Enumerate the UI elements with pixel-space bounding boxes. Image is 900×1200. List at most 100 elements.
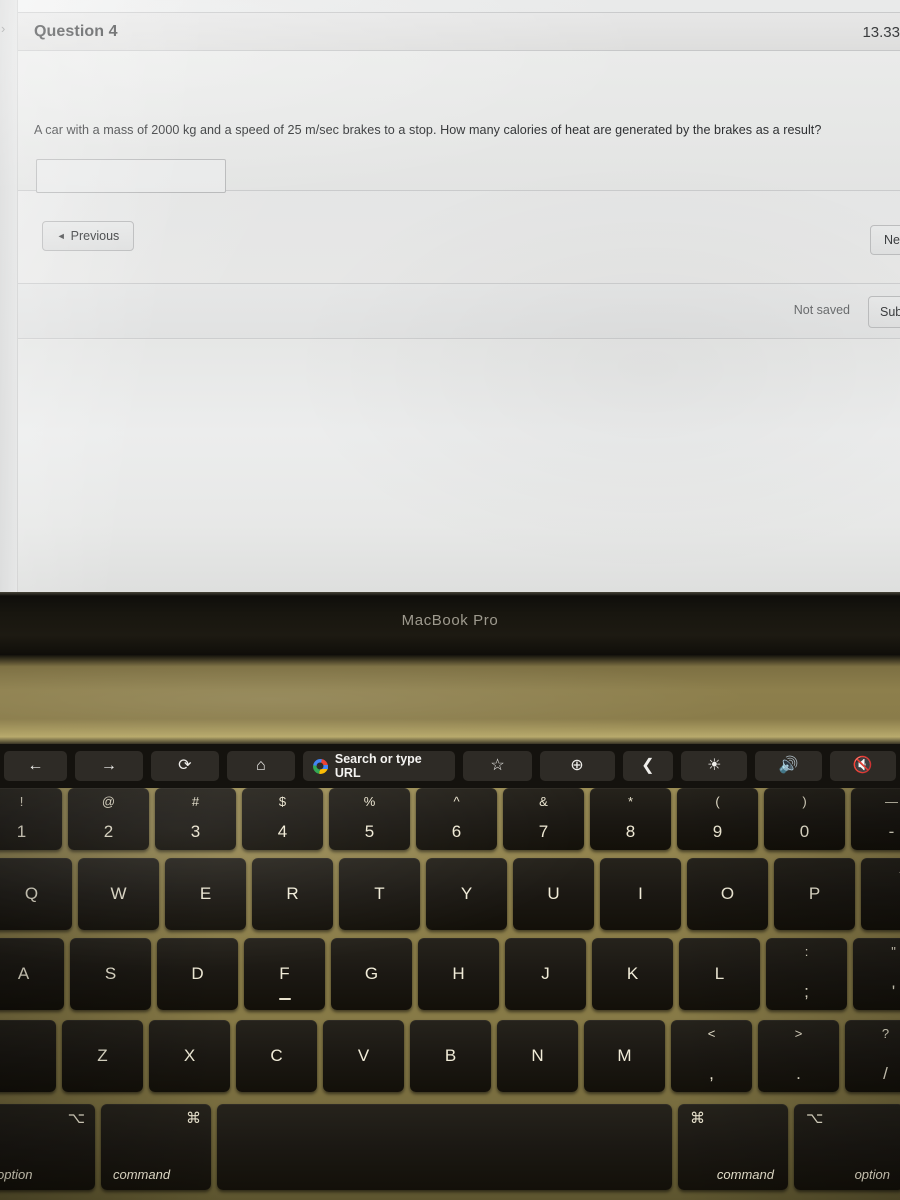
key-y[interactable]: Y	[426, 858, 507, 930]
key-legend: B	[444, 1046, 457, 1065]
google-logo-icon	[312, 758, 328, 774]
browser-left-gutter: ›	[0, 0, 18, 592]
key-legend: A	[17, 964, 30, 983]
touchbar-home[interactable]: ⌂	[226, 751, 295, 781]
key-legend: Z	[97, 1046, 108, 1065]
submit-button[interactable]: Subm	[868, 296, 900, 328]
touchbar-reload[interactable]: ⟳	[150, 751, 219, 781]
collapse-chevron-icon[interactable]: ›	[1, 22, 5, 35]
key-k[interactable]: K	[592, 938, 673, 1010]
key-g[interactable]: G	[331, 938, 412, 1010]
mute-icon: 🔇	[852, 757, 873, 774]
key-legend: R	[286, 884, 299, 903]
key-legend: Y	[460, 884, 473, 903]
key-d[interactable]: D	[157, 938, 238, 1010]
key-semicolon[interactable]: :;	[766, 938, 847, 1010]
key-l[interactable]: L	[679, 938, 760, 1010]
key-legend-top: {	[861, 864, 900, 879]
option-right-symbol-icon: ⌥	[806, 1110, 824, 1127]
key-legend: W	[110, 884, 127, 903]
keyboard[interactable]: !1@2#3$4%5^6&7*8(9)0—-+= QWERTYUIOP{[ AS…	[0, 788, 900, 1200]
key-6[interactable]: ^ 6	[416, 788, 497, 850]
new-tab-icon: ⊕	[570, 757, 584, 774]
question-nav-row: ◄ Previous Next (	[36, 203, 900, 273]
key-quote[interactable]: " '	[853, 938, 900, 1010]
key-w[interactable]: W	[78, 858, 159, 930]
save-status-text: Not saved	[793, 303, 850, 317]
keyboard-row-bottom: Z X C V B N M <, >.? /	[0, 1020, 900, 1098]
key-8[interactable]: * 8	[590, 788, 671, 850]
touch-bar[interactable]: ← → ⟳ ⌂ Search or type URL ☆ ⊕ ❮ ☀ 🔊 🔇	[0, 744, 900, 788]
key-n[interactable]: N	[497, 1020, 578, 1092]
key-t[interactable]: T	[339, 858, 420, 930]
key-command-right[interactable]: ⌘ command	[678, 1104, 788, 1190]
touchbar-back[interactable]: ←	[4, 751, 67, 781]
key-7[interactable]: & 7	[503, 788, 584, 850]
key-legend-bottom: ;	[804, 982, 809, 1001]
touchbar-volume-up[interactable]: 🔊	[755, 751, 822, 781]
key-b[interactable]: B	[410, 1020, 491, 1092]
key-m[interactable]: M	[584, 1020, 665, 1092]
key-h[interactable]: H	[418, 938, 499, 1010]
key-space[interactable]	[217, 1104, 672, 1190]
save-status-row: Not saved Subm	[18, 283, 900, 339]
key-i[interactable]: I	[600, 858, 681, 930]
touchbar-forward[interactable]: →	[74, 751, 143, 781]
key-o[interactable]: O	[687, 858, 768, 930]
key-c[interactable]: C	[236, 1020, 317, 1092]
key-option-right[interactable]: ⌥ option	[794, 1104, 900, 1190]
key-slash[interactable]: ? /	[845, 1020, 900, 1092]
key-u[interactable]: U	[513, 858, 594, 930]
key-s[interactable]: S	[70, 938, 151, 1010]
previous-button[interactable]: ◄ Previous	[42, 221, 134, 251]
forward-icon: →	[100, 757, 117, 774]
touchbar-expand-control-strip[interactable]: ❮	[622, 751, 674, 781]
answer-input[interactable]	[36, 159, 226, 193]
next-button-label: Next	[884, 233, 900, 247]
key-3[interactable]: #3	[155, 788, 236, 850]
key-e[interactable]: E	[165, 858, 246, 930]
homing-bar-icon	[278, 998, 291, 1000]
touchbar-mute[interactable]: 🔇	[829, 751, 896, 781]
key-minus[interactable]: — -	[851, 788, 900, 850]
key-a[interactable]: A	[0, 938, 64, 1010]
key-legend-bottom: 5	[364, 822, 375, 841]
touchbar-search[interactable]: Search or type URL	[302, 751, 456, 781]
key-legend: E	[199, 884, 212, 903]
key-r[interactable]: R	[252, 858, 333, 930]
key-legend-top: :	[804, 944, 809, 959]
option-left-label: option	[0, 1167, 33, 1182]
key-p[interactable]: P	[774, 858, 855, 930]
key-legend: D	[191, 964, 204, 983]
key-x[interactable]: X	[149, 1020, 230, 1092]
key-comma[interactable]: <,	[671, 1020, 752, 1092]
reload-icon: ⟳	[178, 757, 192, 774]
key-5[interactable]: % 5	[329, 788, 410, 850]
key-period[interactable]: >.	[758, 1020, 839, 1092]
key-legend-top: #	[191, 794, 200, 809]
key-0[interactable]: ) 0	[764, 788, 845, 850]
key-legend-top: )	[802, 794, 807, 809]
key-f[interactable]: F	[244, 938, 325, 1010]
key-bracket-left[interactable]: {[	[861, 858, 900, 930]
key-z[interactable]: Z	[62, 1020, 143, 1092]
key-option-left[interactable]: ⌥ option	[0, 1104, 95, 1190]
touchbar-brightness[interactable]: ☀	[681, 751, 748, 781]
key-v[interactable]: V	[323, 1020, 404, 1092]
key-legend-top: *	[627, 794, 634, 809]
key-command-left[interactable]: ⌘ command	[101, 1104, 211, 1190]
key-shift-left[interactable]	[0, 1020, 56, 1092]
next-button[interactable]: Next	[870, 225, 900, 255]
key-legend: S	[104, 964, 117, 983]
chevron-left-icon: ◄	[56, 231, 66, 241]
key-q[interactable]: Q	[0, 858, 72, 930]
key-1[interactable]: ! 1	[0, 788, 62, 850]
touchbar-new-tab[interactable]: ⊕	[539, 751, 615, 781]
key-2[interactable]: @2	[68, 788, 149, 850]
keyboard-row-qwerty: Q W E R T Y UIOP{[	[0, 858, 900, 936]
home-icon: ⌂	[256, 757, 266, 774]
touchbar-bookmark[interactable]: ☆	[463, 751, 532, 781]
key-4[interactable]: $4	[242, 788, 323, 850]
key-j[interactable]: J	[505, 938, 586, 1010]
key-9[interactable]: (9	[677, 788, 758, 850]
